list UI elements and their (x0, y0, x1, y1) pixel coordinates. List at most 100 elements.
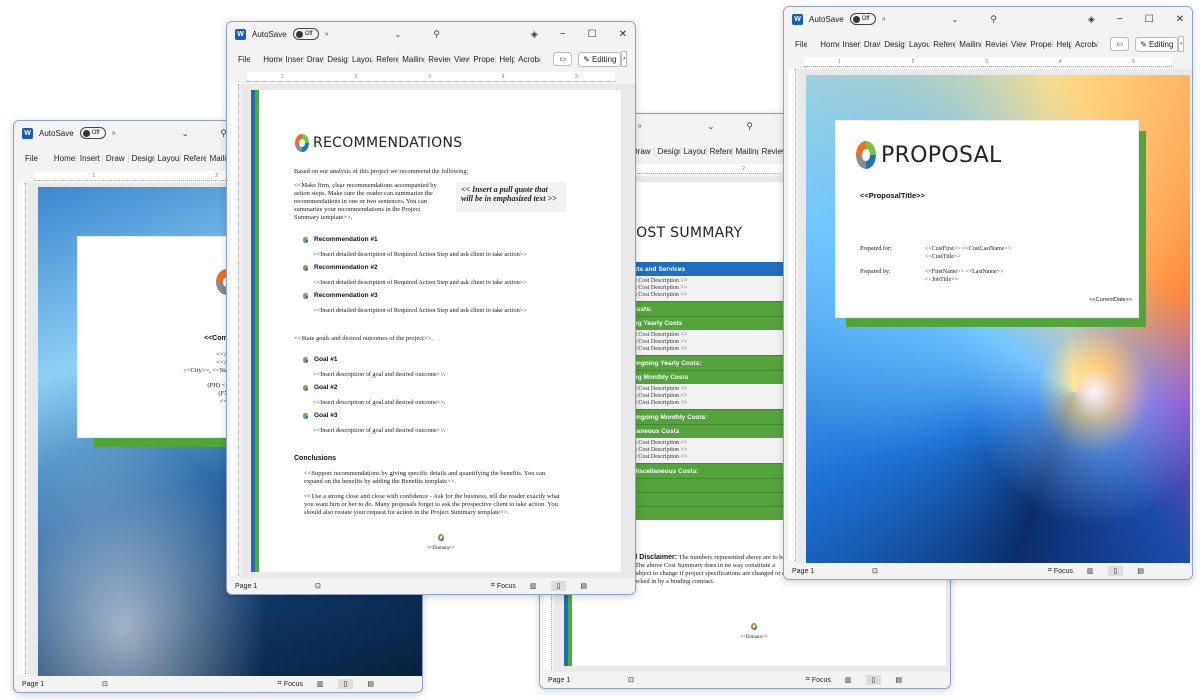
tab-view[interactable]: View (451, 54, 471, 64)
chevron-down-icon[interactable]: ⌄ (952, 15, 959, 24)
read-mode-icon[interactable]: ▥ (1087, 567, 1094, 575)
tab-acrobat[interactable]: Acrobat (515, 54, 542, 64)
tab-properties[interactable]: Properties (470, 54, 497, 64)
print-layout-icon[interactable]: ▯ (550, 581, 567, 591)
web-layout-icon[interactable]: ▤ (895, 676, 902, 684)
tab-references[interactable]: References (373, 54, 400, 64)
cost-items[interactable]: << Insert Cost Description >> << Insert C… (611, 276, 811, 301)
focus-mode-button[interactable]: ⌗ Focus (278, 680, 303, 688)
web-layout-icon[interactable]: ▤ (367, 680, 374, 688)
chevron-down-icon[interactable]: ⌄ (708, 122, 715, 131)
chevron-down-icon[interactable]: ⌄ (395, 30, 402, 39)
web-layout-icon[interactable]: ▤ (580, 582, 587, 590)
cost-item-row[interactable]: << Insert Cost Description >> (615, 454, 795, 461)
accessibility-icon[interactable]: ⊡ (315, 582, 321, 590)
read-mode-icon[interactable]: ▥ (530, 582, 537, 590)
tab-file[interactable]: File (22, 154, 41, 163)
horizontal-ruler[interactable]: 12345 (804, 57, 1172, 67)
tab-references[interactable]: References (181, 153, 207, 163)
document-canvas[interactable]: RECOMMENDATIONS Based on our analysis of… (241, 84, 635, 578)
print-layout-icon[interactable]: ▯ (337, 679, 354, 689)
tab-layout[interactable]: Layout (906, 39, 931, 49)
maximize-button[interactable]: ☐ (1145, 14, 1154, 25)
ribbon-scroll-right-icon[interactable]: › (621, 51, 628, 67)
tab-view[interactable]: View (1008, 39, 1028, 49)
tab-acrobat[interactable]: Acrobat (1072, 39, 1099, 49)
search-icon[interactable]: ⚲ (990, 14, 997, 25)
cost-items[interactable]: << Insert Cost Description >> << Insert C… (611, 438, 811, 463)
focus-mode-button[interactable]: ⌗ Focus (1048, 567, 1073, 575)
tab-layout[interactable]: Layout (155, 153, 181, 163)
tab-references[interactable]: References (930, 39, 957, 49)
web-layout-icon[interactable]: ▤ (1137, 567, 1144, 575)
tab-design[interactable]: Design (655, 146, 681, 156)
comments-button[interactable]: ▭ (1110, 37, 1130, 51)
document-canvas[interactable]: PROPOSAL <<ProposalTitle>> Prepared for:… (798, 69, 1192, 563)
cost-item-row[interactable]: << Insert Cost Description >> (615, 285, 795, 292)
vertical-ruler[interactable] (231, 84, 239, 576)
autosave-toggle[interactable]: Off (849, 13, 876, 25)
tab-insert[interactable]: Insert (283, 54, 304, 64)
cost-item-row[interactable]: << Insert Cost Description >> (615, 292, 795, 299)
close-button[interactable]: ✕ (619, 29, 627, 40)
more-commands-icon[interactable]: » (638, 123, 642, 130)
tab-design[interactable]: Design (129, 153, 155, 163)
tab-file[interactable]: File (235, 55, 250, 64)
accessibility-icon[interactable]: ⊡ (628, 676, 634, 684)
focus-mode-button[interactable]: ⌗ Focus (806, 676, 831, 684)
cost-item-row[interactable]: << Insert Cost Description >> (615, 332, 795, 339)
editing-mode-button[interactable]: ✎ Editing (1135, 36, 1179, 52)
comments-button[interactable]: ▭ (553, 52, 573, 66)
tab-design[interactable]: Design (324, 54, 350, 64)
tab-insert[interactable]: Insert (77, 153, 103, 163)
print-layout-icon[interactable]: ▯ (1107, 566, 1124, 576)
cost-items[interactable]: << Insert Cost Description >> << Insert C… (611, 330, 811, 355)
cost-item-row[interactable]: << Insert Cost Description >> (615, 440, 795, 447)
search-icon[interactable]: ⚲ (433, 29, 440, 40)
accessibility-icon[interactable]: ⊡ (102, 680, 108, 688)
focus-mode-button[interactable]: ⌗ Focus (491, 582, 516, 590)
horizontal-ruler[interactable]: 12345 (247, 72, 615, 82)
tab-draw[interactable]: Draw (304, 54, 325, 64)
autosave-toggle[interactable]: Off (292, 28, 319, 40)
read-mode-icon[interactable]: ▥ (845, 676, 852, 684)
tab-mailings[interactable]: Mailings (399, 54, 426, 64)
tab-review[interactable]: Review (759, 146, 785, 156)
tab-draw[interactable]: Draw (861, 39, 882, 49)
more-commands-icon[interactable]: » (112, 130, 116, 137)
read-mode-icon[interactable]: ▥ (317, 680, 324, 688)
tab-layout[interactable]: Layout (349, 54, 374, 64)
accessibility-icon[interactable]: ⊡ (872, 567, 878, 575)
page-indicator[interactable]: Page 1 (22, 681, 102, 688)
page-indicator[interactable]: Page 1 (235, 583, 315, 590)
cost-item-row[interactable]: << Insert Cost Description >> (615, 339, 795, 346)
minimize-button[interactable]: − (560, 29, 566, 40)
page-indicator[interactable]: Page 1 (792, 568, 872, 575)
cost-item-row[interactable]: << Insert Cost Description >> (615, 447, 795, 454)
tab-home[interactable]: Home (817, 39, 840, 49)
tab-mailings[interactable]: Mailings (956, 39, 983, 49)
tab-file[interactable]: File (792, 40, 807, 49)
tab-review[interactable]: Review (982, 39, 1008, 49)
copilot-diamond-icon[interactable]: ◈ (1088, 14, 1095, 25)
more-commands-icon[interactable]: » (325, 31, 329, 38)
cost-items[interactable]: << Insert Cost Description >> << Insert C… (611, 384, 811, 409)
editing-mode-button[interactable]: ✎ Editing (578, 51, 622, 67)
tab-mailings[interactable]: Mailings (733, 146, 759, 156)
tab-references[interactable]: References (707, 146, 733, 156)
copilot-diamond-icon[interactable]: ◈ (531, 29, 538, 40)
vertical-ruler[interactable] (788, 69, 796, 561)
tab-help[interactable]: Help (1053, 39, 1073, 49)
autosave-toggle[interactable]: Off (79, 127, 106, 139)
tab-help[interactable]: Help (496, 54, 516, 64)
search-icon[interactable]: ⚲ (746, 121, 753, 132)
minimize-button[interactable]: − (1117, 14, 1123, 25)
chevron-down-icon[interactable]: ⌄ (182, 129, 189, 138)
tab-layout[interactable]: Layout (681, 146, 707, 156)
maximize-button[interactable]: ☐ (588, 29, 597, 40)
cost-item-row[interactable]: << Insert Cost Description >> (615, 393, 795, 400)
ribbon-scroll-right-icon[interactable]: › (1178, 36, 1185, 52)
more-commands-icon[interactable]: » (882, 16, 886, 23)
cost-item-row[interactable]: << Insert Cost Description >> (615, 400, 795, 407)
vertical-ruler[interactable] (18, 183, 26, 674)
